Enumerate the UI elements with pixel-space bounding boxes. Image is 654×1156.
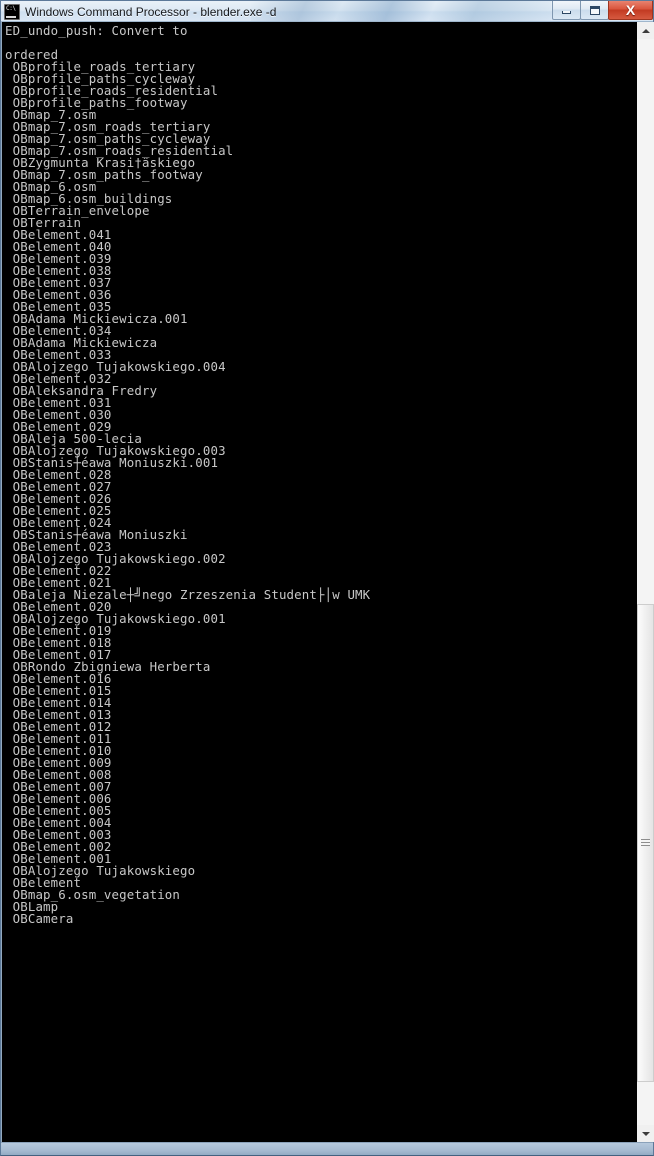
scrollbar-thumb[interactable] bbox=[637, 603, 654, 1082]
window-title: Windows Command Processor - blender.exe … bbox=[25, 4, 277, 19]
cmd-console-icon: C:\ bbox=[4, 3, 20, 20]
scrollbar-grip-icon bbox=[641, 839, 650, 847]
window-client-area: ED_undo_push: Convert to ordered OBprofi… bbox=[1, 22, 654, 1142]
vertical-scrollbar[interactable] bbox=[636, 22, 654, 1142]
titlebar-glass-reflection bbox=[251, 1, 551, 22]
console-line: ED_undo_push: Convert to bbox=[5, 23, 188, 38]
window-bottom-frame bbox=[1, 1142, 653, 1155]
console-window: C:\ Windows Command Processor - blender.… bbox=[0, 0, 654, 1156]
console-line: OBmap_6.osm_vegetation bbox=[5, 887, 181, 902]
triangle-down-icon bbox=[641, 1131, 650, 1136]
minimize-icon bbox=[562, 11, 571, 14]
title-bar[interactable]: C:\ Windows Command Processor - blender.… bbox=[1, 1, 653, 22]
scroll-up-arrow[interactable] bbox=[637, 22, 654, 39]
maximize-restore-button[interactable] bbox=[580, 1, 609, 20]
scroll-down-arrow[interactable] bbox=[637, 1125, 654, 1142]
close-button[interactable]: X bbox=[608, 1, 653, 20]
restore-icon bbox=[589, 5, 600, 15]
minimize-button[interactable] bbox=[552, 1, 581, 20]
triangle-up-icon bbox=[641, 28, 650, 33]
console-line: OBLamp bbox=[5, 899, 59, 914]
console-line: OBmap_7.osm_paths_footway bbox=[5, 167, 203, 182]
scrollbar-track[interactable] bbox=[637, 39, 654, 1125]
console-output-area[interactable]: ED_undo_push: Convert to ordered OBprofi… bbox=[2, 22, 636, 1142]
close-icon: X bbox=[625, 2, 636, 18]
console-line: OBCamera bbox=[5, 911, 74, 926]
console-line: OBAlojzego Tujakowskiego bbox=[5, 863, 196, 878]
caption-buttons: X bbox=[552, 1, 653, 21]
console-line: OBprofile_paths_footway bbox=[5, 95, 188, 110]
console-text: ED_undo_push: Convert to ordered OBprofi… bbox=[3, 23, 636, 925]
console-line: OBTerrain_envelope bbox=[5, 203, 150, 218]
